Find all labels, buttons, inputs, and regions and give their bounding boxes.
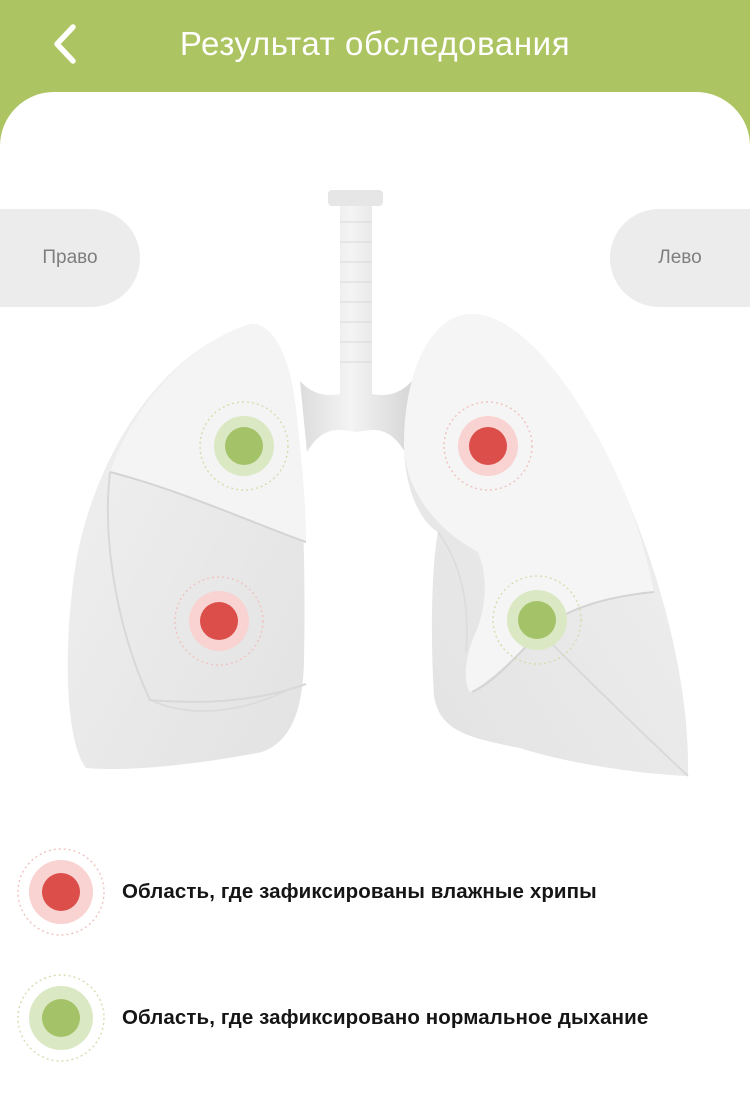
content-sheet: Право Лево Область, где зафиксированы вл…: [0, 92, 750, 1108]
crackles-marker-icon: [17, 848, 105, 936]
side-label-left: Лево: [610, 209, 750, 307]
legend-item-crackles: Область, где зафиксированы влажные хрипы: [0, 847, 750, 937]
page-title: Результат обследования: [179, 25, 571, 62]
normal-marker-icon: [17, 974, 105, 1062]
legend-label-normal: Область, где зафиксировано нормальное ды…: [122, 1006, 649, 1029]
lungs-illustration: [67, 190, 689, 777]
header-bar: Результат обследования: [0, 0, 750, 96]
side-label-right: Право: [0, 209, 140, 307]
right-lung: [67, 323, 307, 770]
legend-item-normal: Область, где зафиксировано нормальное ды…: [0, 973, 750, 1063]
left-lung: [404, 313, 689, 777]
trachea: [300, 190, 412, 452]
legend-label-crackles: Область, где зафиксированы влажные хрипы: [122, 880, 597, 903]
